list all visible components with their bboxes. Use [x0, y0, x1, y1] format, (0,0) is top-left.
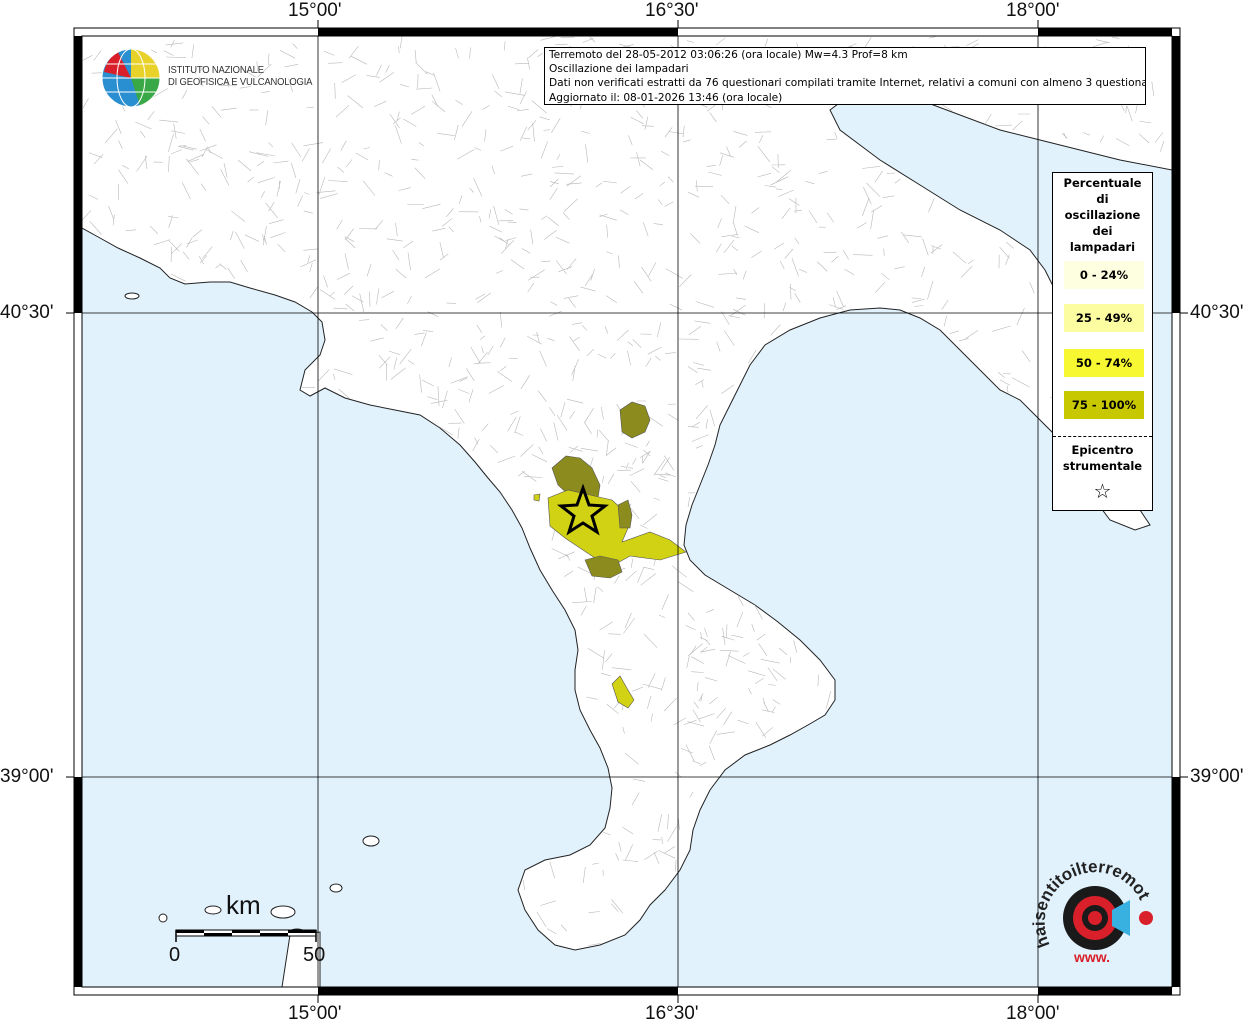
lon-label-bottom-3: 18°00'	[1006, 1003, 1060, 1024]
lat-label-right-1: 40°30'	[1190, 302, 1244, 323]
info-line-disclaimer: Dati non verificati estratti da 76 quest…	[549, 77, 1146, 90]
legend-title-line: Percentuale	[1063, 176, 1142, 190]
legend: Percentuale di oscillazione dei lampadar…	[1052, 172, 1153, 511]
watermark-url: www.	[1073, 949, 1110, 965]
legend-title-line: oscillazione	[1064, 208, 1141, 222]
legend-title: Percentuale di oscillazione dei lampadar…	[1053, 175, 1152, 255]
lon-label-top-1: 15°00'	[288, 0, 342, 21]
legend-class-0: 0 - 24%	[1064, 261, 1144, 289]
info-line-event: Terremoto del 28-05-2012 03:06:26 (ora l…	[549, 49, 908, 61]
lat-label-right-2: 39°00'	[1190, 766, 1244, 787]
info-line-updated: Aggiornato il: 08-01-2026 13:46 (ora loc…	[549, 91, 783, 104]
lat-label-left-2: 39°00'	[0, 766, 54, 787]
ingv-logo-text: ISTITUTO NAZIONALE DI GEOFISICA E VULCAN…	[168, 64, 312, 88]
lon-label-bottom-1: 15°00'	[288, 1003, 342, 1024]
legend-title-line: lampadari	[1069, 240, 1136, 254]
lat-label-left-1: 40°30'	[0, 302, 54, 323]
ingv-logo-line1: ISTITUTO NAZIONALE	[168, 64, 264, 76]
scale-unit: km	[226, 890, 261, 920]
island-panarea	[329, 883, 343, 893]
info-line-parameter: Oscillazione dei lampadari	[549, 63, 689, 76]
island-lipari	[270, 905, 296, 919]
legend-epicenter-label: Epicentro strumentale	[1053, 442, 1152, 474]
legend-separator	[1053, 436, 1152, 437]
lon-label-top-2: 16°30'	[645, 0, 699, 21]
lon-label-bottom-2: 16°30'	[645, 1003, 699, 1024]
intensity-area-7	[533, 493, 541, 502]
island-capri	[124, 292, 140, 300]
legend-class-2: 50 - 74%	[1064, 349, 1144, 377]
island-stromboli	[362, 835, 380, 847]
island-salina	[204, 905, 222, 915]
ingv-logo-icon	[101, 48, 161, 108]
scale-max: 50	[303, 944, 326, 966]
island-alicudi	[158, 913, 168, 923]
scale-min: 0	[169, 944, 181, 966]
legend-title-line: dei	[1092, 224, 1113, 238]
legend-class-1: 25 - 49%	[1064, 304, 1144, 332]
earthquake-info-box: Terremoto del 28-05-2012 03:06:26 (ora l…	[544, 47, 1146, 105]
intensity-map: haisentitoilterremoto.it www.	[0, 0, 1188, 1003]
legend-epicenter-line: Epicentro	[1071, 443, 1134, 457]
legend-epicenter-line: strumentale	[1062, 459, 1143, 473]
legend-class-3: 75 - 100%	[1064, 391, 1144, 419]
legend-star-icon: ☆	[1093, 479, 1112, 503]
legend-title-line: di	[1096, 192, 1109, 206]
ingv-logo-line2: DI GEOFISICA E VULCANOLOGIA	[168, 76, 313, 88]
lon-label-top-3: 18°00'	[1006, 0, 1060, 21]
